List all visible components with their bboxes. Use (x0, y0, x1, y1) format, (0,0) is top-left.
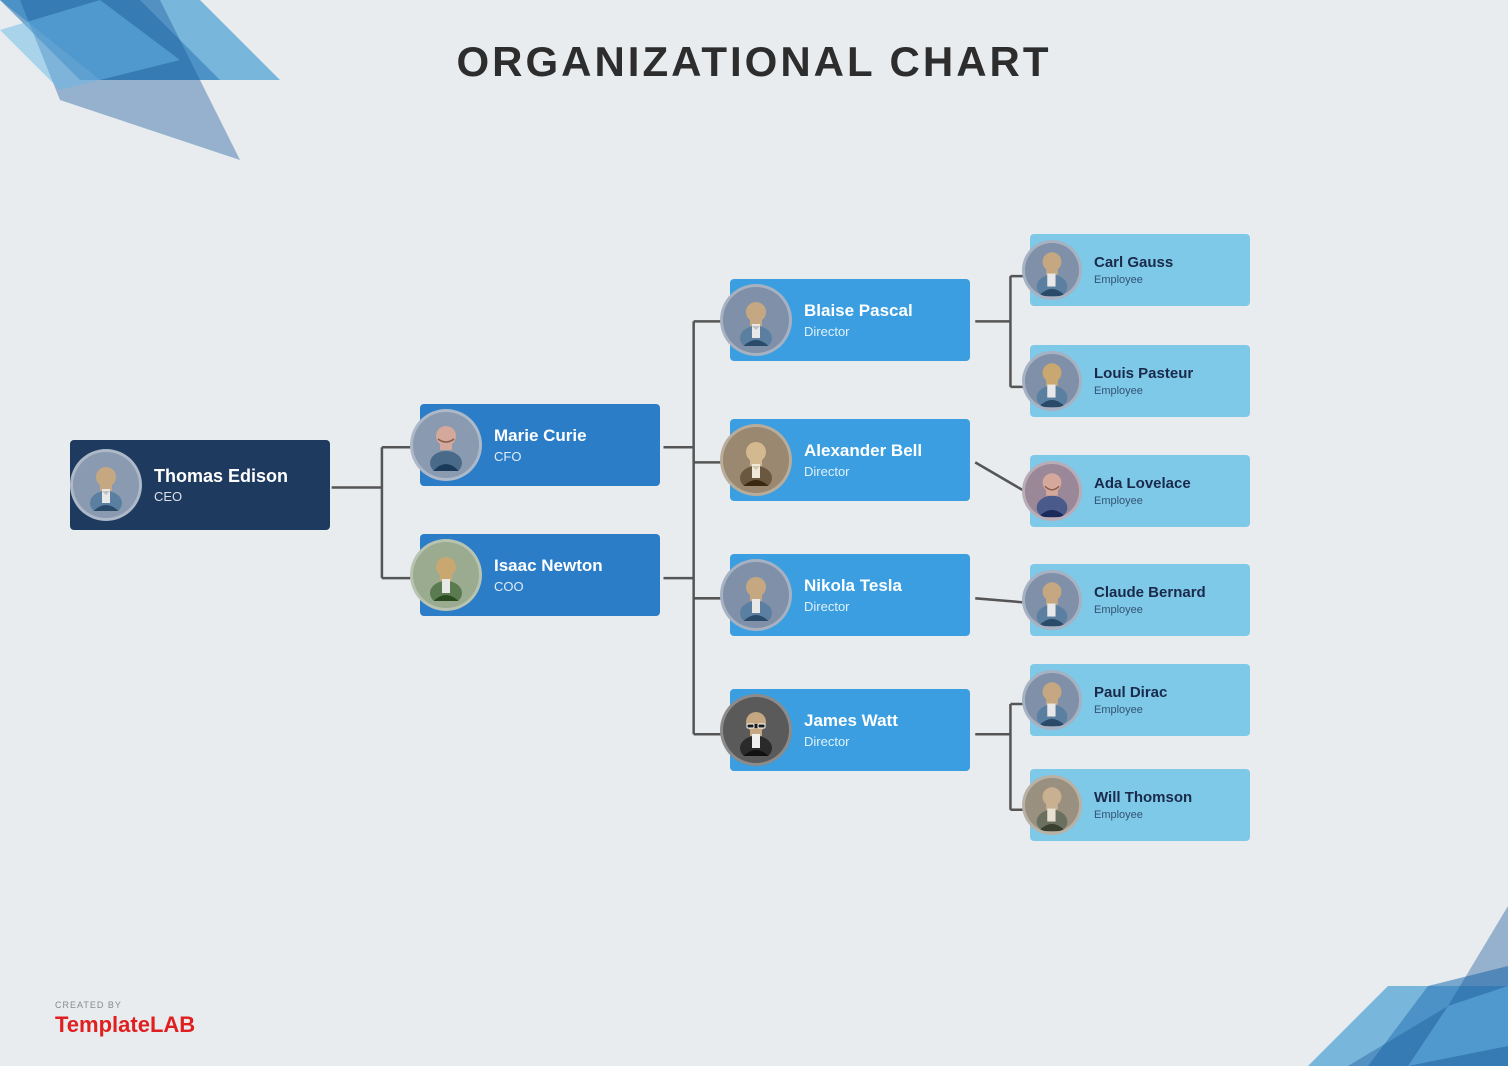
ceo-avatar (70, 449, 142, 521)
emp4-info: Claude Bernard Employee (1082, 576, 1222, 624)
dir1-name: Blaise Pascal (804, 301, 913, 321)
emp3-role: Employee (1094, 495, 1191, 507)
dir3-avatar (720, 559, 792, 631)
dir1-role: Director (804, 324, 913, 339)
dir1-card: Blaise Pascal Director (730, 279, 970, 361)
dir4-card: James Watt Director (730, 689, 970, 771)
vp1-card: Marie Curie CFO (420, 404, 660, 486)
dir2-info: Alexander Bell Director (792, 433, 938, 486)
vp1-role: CFO (494, 449, 587, 464)
emp6-avatar (1022, 775, 1082, 835)
emp5-avatar (1022, 670, 1082, 730)
chart-area: Thomas Edison CEO Marie Curie CFO (40, 120, 1468, 986)
emp6-role: Employee (1094, 809, 1192, 821)
logo-lab: LAB (150, 1012, 195, 1037)
dir3-name: Nikola Tesla (804, 576, 902, 596)
dir2-avatar (720, 424, 792, 496)
vp2-name: Isaac Newton (494, 556, 603, 576)
dir4-info: James Watt Director (792, 703, 914, 756)
emp2-role: Employee (1094, 385, 1193, 397)
dir3-info: Nikola Tesla Director (792, 568, 918, 621)
vp1-avatar (410, 409, 482, 481)
vp1-name: Marie Curie (494, 426, 587, 446)
dir2-card: Alexander Bell Director (730, 419, 970, 501)
emp2-card: Louis Pasteur Employee (1030, 345, 1250, 417)
emp5-name: Paul Dirac (1094, 684, 1167, 702)
emp6-name: Will Thomson (1094, 789, 1192, 807)
emp5-card: Paul Dirac Employee (1030, 664, 1250, 736)
logo-template: Template (55, 1012, 150, 1037)
dir4-avatar (720, 694, 792, 766)
vp2-card: Isaac Newton COO (420, 534, 660, 616)
emp1-card: Carl Gauss Employee (1030, 234, 1250, 306)
emp4-role: Employee (1094, 604, 1206, 616)
ceo-info: Thomas Edison CEO (142, 458, 304, 513)
ceo-card: Thomas Edison CEO (70, 440, 330, 530)
dir1-info: Blaise Pascal Director (792, 293, 929, 346)
emp1-name: Carl Gauss (1094, 254, 1173, 272)
emp6-info: Will Thomson Employee (1082, 781, 1208, 829)
emp2-avatar (1022, 351, 1082, 411)
emp3-name: Ada Lovelace (1094, 475, 1191, 493)
vp2-info: Isaac Newton COO (482, 548, 619, 601)
emp1-avatar (1022, 240, 1082, 300)
vp2-role: COO (494, 579, 603, 594)
dir2-role: Director (804, 464, 922, 479)
emp3-info: Ada Lovelace Employee (1082, 467, 1207, 515)
emp4-avatar (1022, 570, 1082, 630)
page-title: ORGANIZATIONAL CHART (0, 38, 1508, 86)
dir4-name: James Watt (804, 711, 898, 731)
dir1-avatar (720, 284, 792, 356)
emp3-avatar (1022, 461, 1082, 521)
logo: CREATED BY TemplateLAB (55, 1000, 195, 1038)
dir2-name: Alexander Bell (804, 441, 922, 461)
emp4-card: Claude Bernard Employee (1030, 564, 1250, 636)
emp4-name: Claude Bernard (1094, 584, 1206, 602)
ceo-role: CEO (154, 489, 288, 504)
emp6-card: Will Thomson Employee (1030, 769, 1250, 841)
emp2-name: Louis Pasteur (1094, 365, 1193, 383)
emp1-info: Carl Gauss Employee (1082, 246, 1189, 294)
ceo-name: Thomas Edison (154, 466, 288, 488)
dir3-card: Nikola Tesla Director (730, 554, 970, 636)
emp2-info: Louis Pasteur Employee (1082, 357, 1209, 405)
logo-created-by: CREATED BY (55, 1000, 122, 1010)
connector-lines (40, 120, 1468, 986)
vp2-avatar (410, 539, 482, 611)
emp5-role: Employee (1094, 704, 1167, 716)
dir4-role: Director (804, 734, 898, 749)
logo-brand: TemplateLAB (55, 1012, 195, 1038)
dir3-role: Director (804, 599, 902, 614)
emp5-info: Paul Dirac Employee (1082, 676, 1183, 724)
vp1-info: Marie Curie CFO (482, 418, 603, 471)
emp3-card: Ada Lovelace Employee (1030, 455, 1250, 527)
emp1-role: Employee (1094, 274, 1173, 286)
